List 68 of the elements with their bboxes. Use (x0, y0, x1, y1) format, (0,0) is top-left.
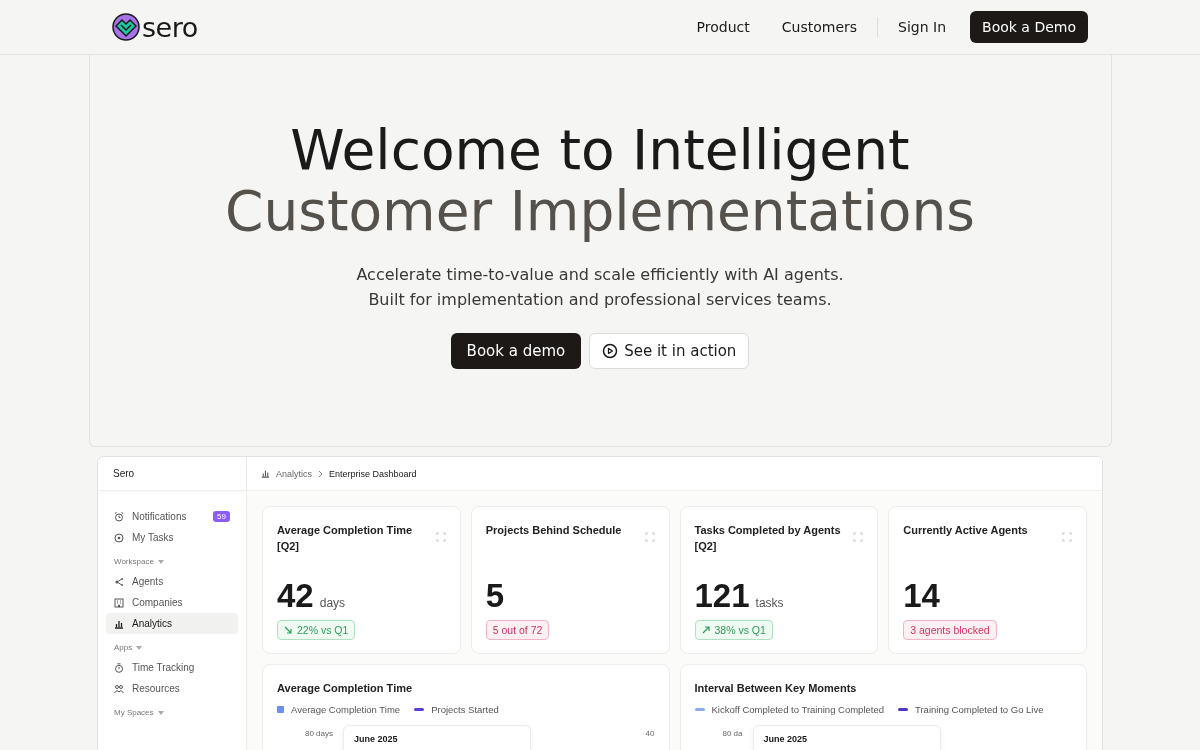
chevron-icon (318, 469, 323, 478)
section-header[interactable]: Workspace (106, 557, 238, 566)
status-badge: 3 agents blocked (903, 620, 997, 640)
card-title: Average Completion Time [Q2] (277, 523, 414, 554)
logo-icon (112, 13, 140, 41)
building-icon (114, 597, 124, 608)
expand-icon[interactable] (644, 532, 655, 542)
sidebar-item[interactable]: Agents (106, 571, 238, 592)
hero-subtitle: Accelerate time-to-value and scale efficiently with AI agents. (356, 264, 844, 286)
book-demo-button[interactable]: Book a demo (450, 333, 582, 369)
count-badge: 59 (213, 511, 230, 522)
sign-in-link[interactable]: Sign In (882, 19, 963, 35)
expand-icon[interactable] (435, 532, 446, 542)
card-title: Currently Active Agents (903, 523, 1028, 538)
sidebar-item[interactable]: My Tasks (106, 527, 238, 548)
status-badge: 5 out of 72 (485, 620, 550, 640)
target-icon (114, 532, 124, 543)
breadcrumb-link[interactable]: Analytics (276, 468, 312, 479)
chart-icon (261, 469, 270, 478)
section-header[interactable]: Apps (106, 643, 238, 652)
sidebar-item[interactable]: Notifications 59 (106, 506, 238, 527)
chart-icon (114, 618, 124, 629)
status-badge: 22% vs Q1 (277, 620, 356, 640)
nav-link[interactable]: Product (680, 19, 766, 35)
stat-value: 121 (694, 579, 750, 612)
sidebar-item[interactable]: Analytics (106, 613, 238, 634)
caret-icon (136, 645, 143, 650)
hero-heading: Welcome to Intelligent (290, 120, 910, 181)
logo-wordmark[interactable]: sero (142, 13, 198, 41)
caret-icon (157, 559, 164, 564)
card-title: Tasks Completed by Agents [Q2] (694, 523, 842, 554)
people-icon (114, 683, 124, 694)
nav-link[interactable]: Customers (765, 19, 874, 35)
expand-icon[interactable] (1062, 532, 1072, 542)
expand-icon[interactable] (853, 532, 864, 542)
tooltip-title: June 2025 (354, 734, 398, 744)
chart-title: Interval Between Key Moments (694, 681, 858, 696)
legend-label: Projects Started (431, 704, 499, 715)
axis-label: 80 days (305, 729, 334, 738)
legend-label: Training Completed to Go Live (915, 704, 1044, 715)
axis-label: 80 da (722, 729, 743, 738)
hero-heading: Customer Implementations (225, 181, 975, 242)
stat-unit: tasks (755, 596, 784, 610)
stat-value: 42 (277, 579, 314, 612)
section-header[interactable]: My Spaces (106, 708, 238, 717)
stat-unit: days (319, 596, 346, 610)
sidebar-item[interactable]: Time Tracking (106, 657, 238, 678)
workspace-name: Sero (113, 468, 135, 479)
tooltip-title: June 2025 (763, 734, 808, 744)
play-icon (602, 343, 619, 359)
status-badge: 38% vs Q1 (694, 620, 773, 640)
axis-label: 40 (645, 729, 655, 738)
stat-value: 14 (903, 579, 940, 612)
alarm-icon (114, 511, 124, 522)
agents-icon (114, 576, 124, 587)
chart-title: Average Completion Time (277, 681, 414, 696)
sidebar-item[interactable]: Resources (106, 678, 238, 699)
card-title: Projects Behind Schedule (485, 523, 622, 538)
sidebar-item[interactable]: Companies (106, 592, 238, 613)
stat-value: 5 (485, 579, 505, 612)
breadcrumb-link[interactable]: Enterprise Dashboard (329, 468, 417, 479)
hero-subtitle: Built for implementation and professional services teams. (368, 289, 832, 311)
caret-icon (157, 710, 164, 715)
timer-icon (114, 662, 124, 673)
legend-label: Average Completion Time (291, 704, 401, 715)
watch-demo-button[interactable]: See it in action (589, 333, 750, 369)
legend-label: Kickoff Completed to Training Completed (711, 704, 884, 715)
book-demo-button[interactable]: Book a Demo (970, 11, 1088, 43)
